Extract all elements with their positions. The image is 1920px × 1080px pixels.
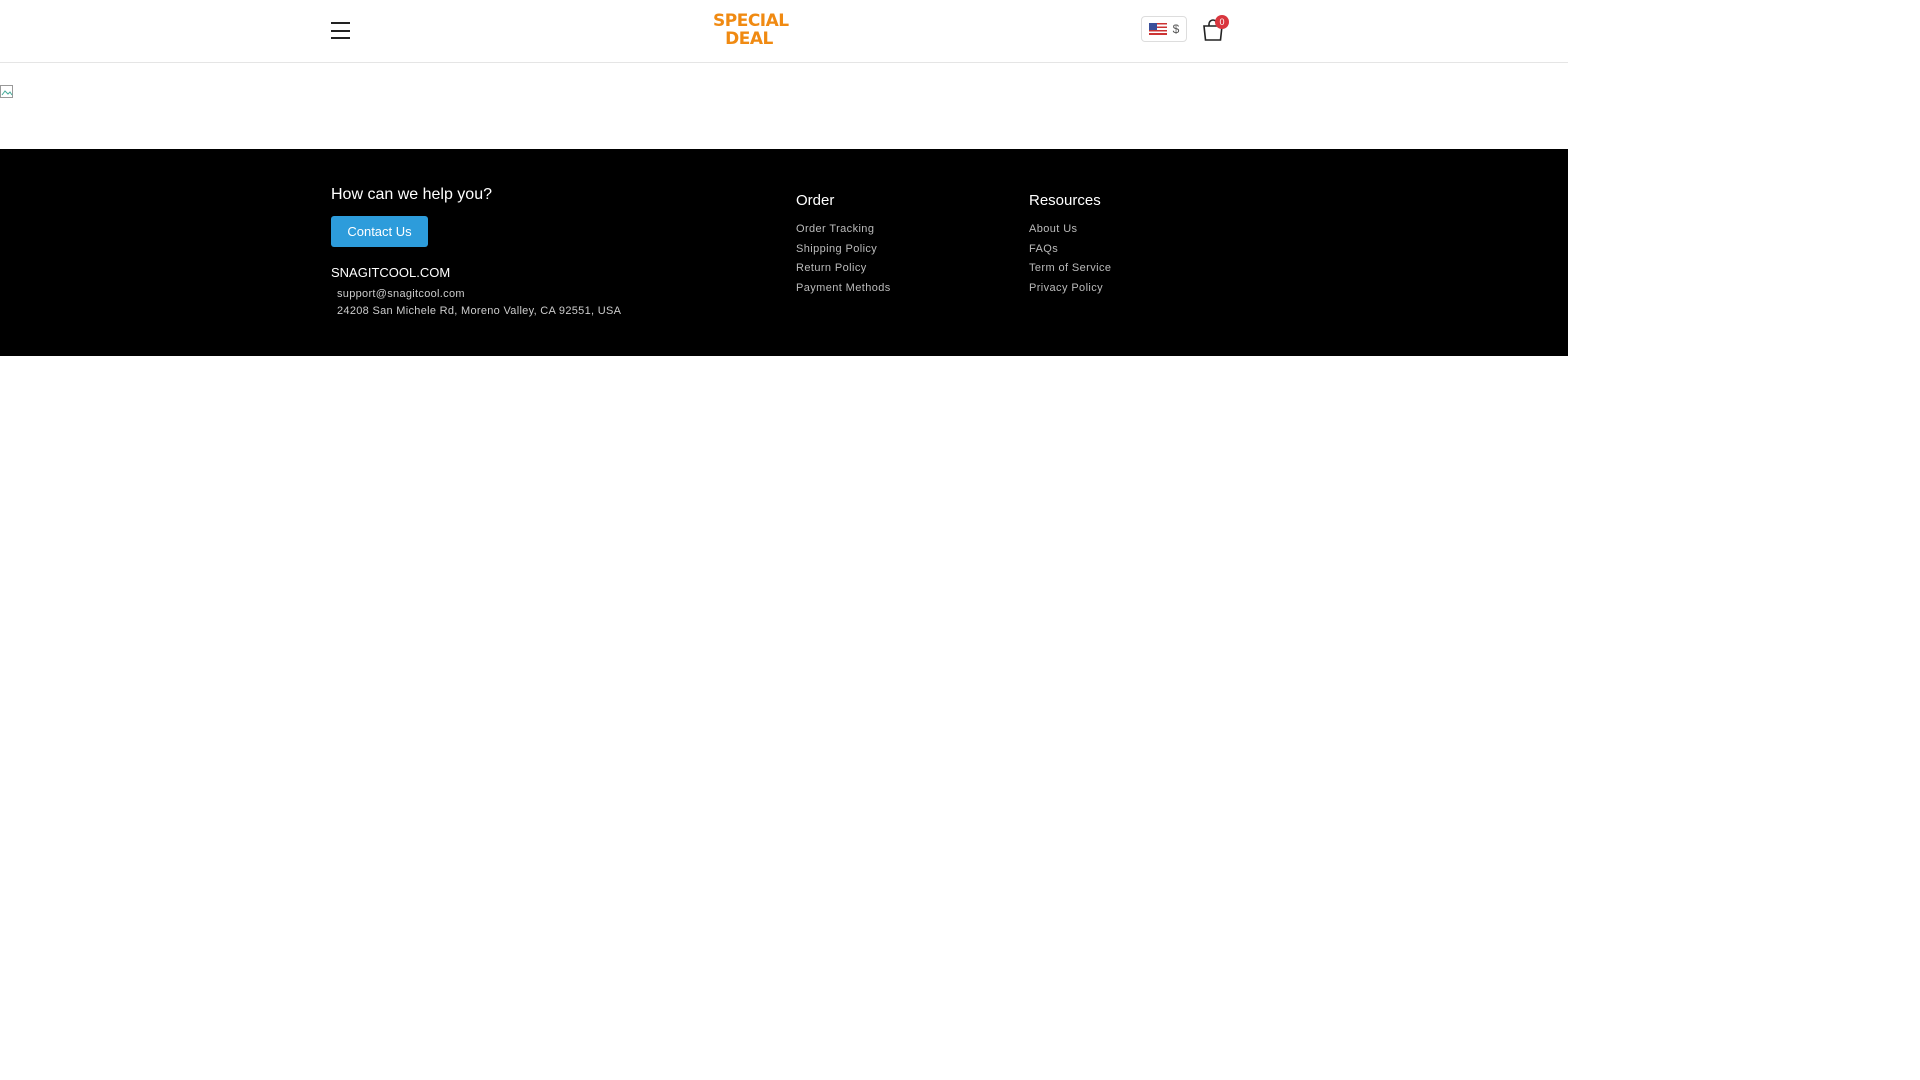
address: 24208 San Michele Rd, Moreno Valley, CA … (337, 305, 622, 317)
us-flag-icon (1148, 23, 1167, 35)
link-order-tracking[interactable]: Order Tracking (796, 223, 891, 243)
site-name: SNAGITCOOL.COM (331, 265, 451, 280)
cart-count-badge: 0 (1215, 15, 1229, 29)
link-shipping-policy[interactable]: Shipping Policy (796, 243, 891, 263)
logo[interactable]: SPECIAL DEAL (713, 12, 789, 52)
hamburger-menu-icon[interactable] (331, 22, 350, 39)
resources-heading: Resources (1029, 192, 1101, 209)
help-heading: How can we help you? (331, 186, 492, 203)
support-email[interactable]: support@snagitcool.com (337, 288, 465, 300)
link-faqs[interactable]: FAQs (1029, 243, 1111, 263)
link-payment-methods[interactable]: Payment Methods (796, 282, 891, 302)
site-header: SPECIAL DEAL $ 0 (0, 0, 1568, 63)
link-about-us[interactable]: About Us (1029, 223, 1111, 243)
site-footer: How can we help you? Contact Us SNAGITCO… (0, 149, 1568, 356)
order-links: Order Order Tracking Shipping Policy Ret… (796, 192, 891, 301)
contact-us-button[interactable]: Contact Us (331, 216, 428, 247)
order-heading: Order (796, 192, 835, 209)
broken-image-icon (0, 85, 13, 98)
link-privacy-policy[interactable]: Privacy Policy (1029, 282, 1111, 302)
link-terms-of-service[interactable]: Term of Service (1029, 262, 1111, 282)
link-return-policy[interactable]: Return Policy (796, 262, 891, 282)
resources-links: Resources About Us FAQs Term of Service … (1029, 192, 1111, 301)
currency-symbol: $ (1172, 22, 1180, 36)
currency-selector[interactable]: $ (1141, 16, 1187, 42)
